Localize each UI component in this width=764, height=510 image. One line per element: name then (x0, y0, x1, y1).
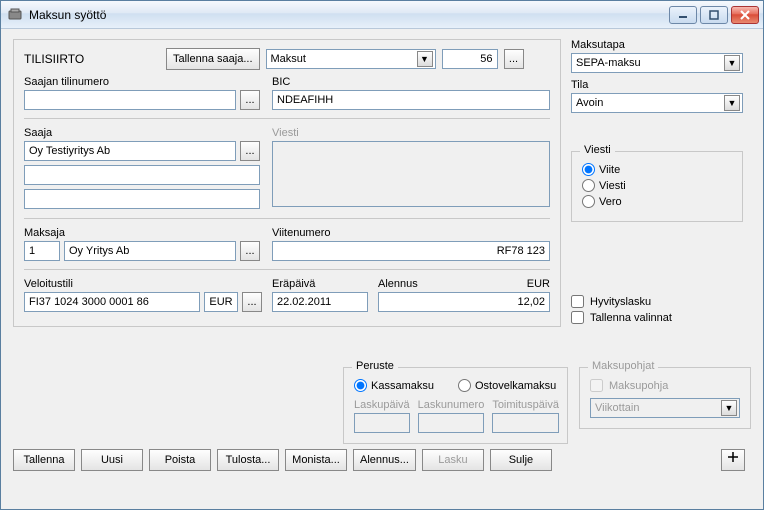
bic-input[interactable] (272, 90, 550, 110)
radio-cash-payment[interactable]: Kassamaksu (354, 379, 434, 392)
transfer-frame: TILISIIRTO Tallenna saaja... Maksut ▼ Sa… (13, 39, 561, 327)
recipient-input[interactable] (24, 141, 236, 161)
radio-ap-payment-input[interactable] (458, 379, 471, 392)
template-interval-dropdown: Viikottain ▼ (590, 398, 740, 418)
paymethod-dropdown[interactable]: SEPA-maksu ▼ (571, 53, 743, 73)
recipient-account-label: Saajan tilinumero (24, 76, 262, 88)
radio-tax[interactable]: Vero (582, 195, 732, 208)
recipient-line2-input[interactable] (24, 165, 260, 185)
chevron-down-icon: ▼ (724, 95, 740, 111)
due-date-label: Eräpäivä (272, 278, 368, 290)
status-dropdown-text: Avoin (576, 97, 724, 109)
due-date-input[interactable] (272, 292, 368, 312)
counter-input[interactable] (442, 49, 498, 69)
template-checkbox (590, 379, 603, 392)
radio-ap-payment[interactable]: Ostovelkamaksu (458, 379, 556, 392)
debit-account-input[interactable] (24, 292, 200, 312)
maximize-button[interactable] (700, 6, 728, 24)
save-choices-checkbox[interactable] (571, 311, 584, 324)
templates-group: Maksupohjat Maksupohja Viikottain ▼ (579, 367, 751, 429)
debit-account-label: Veloitustili (24, 278, 262, 290)
save-choices-checkbox-row[interactable]: Tallenna valinnat (571, 311, 743, 324)
radio-message[interactable]: Viesti (582, 179, 732, 192)
basis-group: Peruste Kassamaksu Ostovelkamaksu Laskup… (343, 367, 568, 444)
templates-legend: Maksupohjat (588, 360, 658, 372)
content: TILISIIRTO Tallenna saaja... Maksut ▼ Sa… (1, 29, 763, 509)
window-title: Maksun syöttö (29, 8, 669, 22)
recipient-label: Saaja (24, 127, 262, 139)
payer-browse-button[interactable] (240, 241, 260, 261)
plus-icon (727, 451, 739, 463)
invoice-date-input (354, 413, 410, 433)
message-textarea (272, 141, 550, 207)
radio-reference[interactable]: Viite (582, 163, 732, 176)
clone-button[interactable]: Monista... (285, 449, 347, 471)
add-button[interactable] (721, 449, 745, 471)
bic-label: BIC (272, 76, 550, 88)
close-form-button[interactable]: Sulje (490, 449, 552, 471)
message-group-legend: Viesti (580, 144, 615, 156)
credit-note-checkbox[interactable] (571, 295, 584, 308)
discount-button[interactable]: Alennus... (353, 449, 416, 471)
reference-label: Viitenumero (272, 227, 550, 239)
paymethod-label: Maksutapa (571, 39, 743, 51)
delivery-date-input (492, 413, 559, 433)
chevron-down-icon: ▼ (417, 51, 433, 67)
button-bar: Tallenna Uusi Poista Tulosta... Monista.… (13, 449, 552, 471)
category-dropdown-text: Maksut (271, 53, 417, 65)
invoice-no-label: Laskunumero (418, 399, 485, 411)
recipient-browse-button[interactable] (240, 141, 260, 161)
frame-heading: TILISIIRTO (24, 52, 160, 66)
radio-cash-payment-input[interactable] (354, 379, 367, 392)
delete-button[interactable]: Poista (149, 449, 211, 471)
radio-message-input[interactable] (582, 179, 595, 192)
recipient-account-browse-button[interactable] (240, 90, 260, 110)
recipient-line3-input[interactable] (24, 189, 260, 209)
payer-code-input[interactable] (24, 241, 60, 261)
status-label: Tila (571, 79, 743, 91)
minimize-button[interactable] (669, 6, 697, 24)
right-column: Maksutapa SEPA-maksu ▼ Tila Avoin ▼ Vies… (571, 39, 743, 327)
basis-legend: Peruste (352, 360, 398, 372)
payer-name-input[interactable] (64, 241, 236, 261)
counter-browse-button[interactable] (504, 49, 524, 69)
message-label: Viesti (272, 127, 550, 139)
invoice-no-input (418, 413, 485, 433)
template-interval-text: Viikottain (595, 402, 721, 414)
message-radio-group: Viesti Viite Viesti Vero (571, 151, 743, 222)
save-recipient-button[interactable]: Tallenna saaja... (166, 48, 260, 70)
status-dropdown[interactable]: Avoin ▼ (571, 93, 743, 113)
recipient-account-input[interactable] (24, 90, 236, 110)
chevron-down-icon: ▼ (724, 55, 740, 71)
close-button[interactable] (731, 6, 759, 24)
invoice-date-label: Laskupäivä (354, 399, 410, 411)
delivery-date-label: Toimituspäivä (492, 399, 559, 411)
chevron-down-icon: ▼ (721, 400, 737, 416)
new-button[interactable]: Uusi (81, 449, 143, 471)
app-icon (7, 7, 23, 23)
category-dropdown[interactable]: Maksut ▼ (266, 49, 436, 69)
discount-label: Alennus (378, 278, 418, 290)
radio-reference-input[interactable] (582, 163, 595, 176)
invoice-button: Lasku (422, 449, 484, 471)
credit-note-checkbox-row[interactable]: Hyvityslasku (571, 295, 743, 308)
amount-currency-label: EUR (527, 278, 550, 290)
amount-input[interactable] (378, 292, 550, 312)
window: Maksun syöttö TILISIIRTO Tallenna saaja.… (0, 0, 764, 510)
titlebar: Maksun syöttö (1, 1, 763, 29)
template-checkbox-row: Maksupohja (590, 379, 740, 392)
print-button[interactable]: Tulosta... (217, 449, 279, 471)
payer-label: Maksaja (24, 227, 262, 239)
reference-input[interactable] (272, 241, 550, 261)
debit-account-browse-button[interactable] (242, 292, 262, 312)
radio-tax-input[interactable] (582, 195, 595, 208)
debit-currency-input[interactable] (204, 292, 238, 312)
save-button[interactable]: Tallenna (13, 449, 75, 471)
paymethod-dropdown-text: SEPA-maksu (576, 57, 724, 69)
